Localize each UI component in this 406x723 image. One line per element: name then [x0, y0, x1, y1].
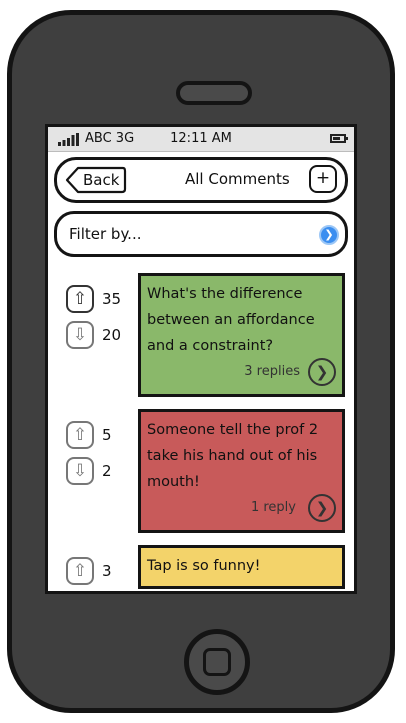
downvote-button[interactable]: ⇩ [66, 321, 94, 349]
downvote-count: 20 [102, 326, 122, 344]
comment-card[interactable]: What's the difference between an afforda… [138, 273, 345, 397]
downvote-count: 2 [102, 462, 112, 480]
chevron-right-icon[interactable]: ❯ [308, 494, 336, 522]
reply-count: 3 replies [244, 364, 300, 379]
navbar: Back All Comments + [54, 157, 348, 203]
comment-text: What's the difference between an afforda… [147, 286, 315, 354]
chevron-right-icon[interactable]: ❯ [308, 358, 336, 386]
filter-dropdown[interactable]: Filter by... ❯ [54, 211, 348, 257]
clock: 12:11 AM [170, 131, 232, 146]
page-title: All Comments [185, 170, 290, 188]
comment-card[interactable]: Someone tell the prof 2 take his hand ou… [138, 409, 345, 533]
home-button[interactable] [184, 629, 250, 695]
status-bar: ABC 3G 12:11 AM [48, 127, 354, 152]
upvote-button[interactable]: ⇧ [66, 421, 94, 449]
screen: ABC 3G 12:11 AM Back All Comments + Filt… [45, 124, 357, 594]
speaker-grille [176, 81, 252, 105]
comment-card[interactable]: Tap is so funny! [138, 545, 345, 589]
upvote-count: 5 [102, 426, 112, 444]
home-square-icon [203, 648, 231, 676]
downvote-button[interactable]: ⇩ [66, 457, 94, 485]
comment-text: Someone tell the prof 2 take his hand ou… [147, 422, 319, 490]
back-button-label: Back [83, 171, 120, 189]
chevron-right-circle-icon[interactable]: ❯ [319, 225, 339, 245]
back-button[interactable]: Back [65, 166, 127, 194]
upvote-count: 35 [102, 290, 122, 308]
upvote-count: 3 [102, 562, 112, 580]
filter-label: Filter by... [69, 225, 142, 243]
add-comment-button[interactable]: + [309, 165, 337, 193]
reply-count: 1 reply [250, 500, 296, 515]
battery-icon [330, 134, 348, 143]
comment-text: Tap is so funny! [147, 558, 261, 574]
upvote-button[interactable]: ⇧ [66, 557, 94, 585]
upvote-button[interactable]: ⇧ [66, 285, 94, 313]
